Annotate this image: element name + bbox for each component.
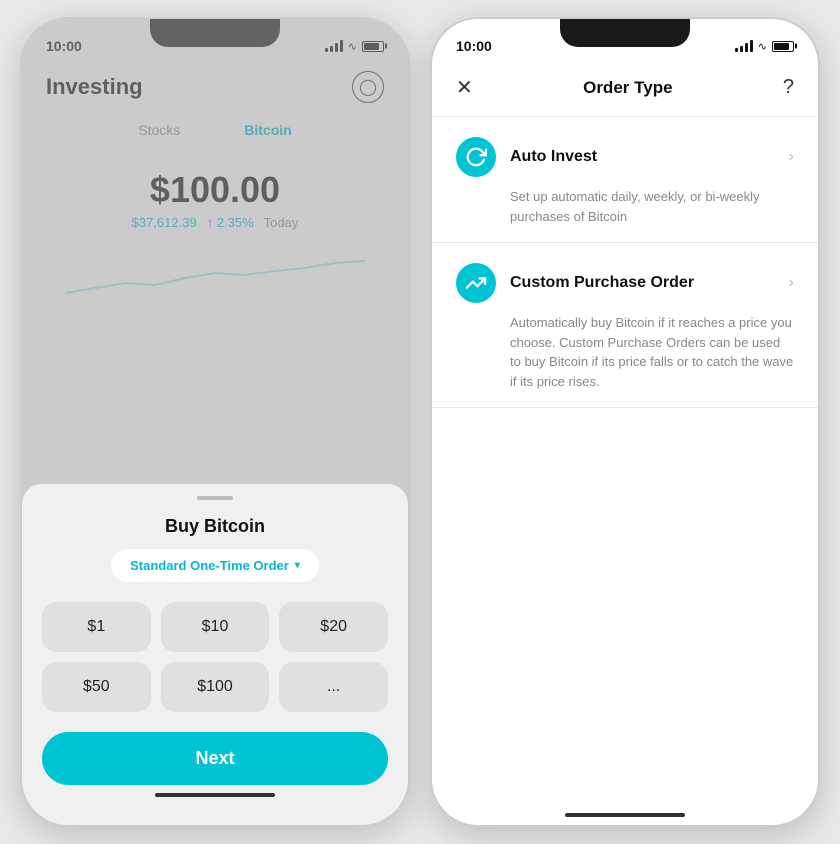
amount-btn-10[interactable]: $10 [161, 602, 270, 652]
sheet-handle [197, 496, 233, 500]
right-home-indicator [432, 813, 818, 817]
header-title: Order Type [583, 78, 672, 98]
custom-order-icon [456, 263, 496, 303]
order-type-label: Standard One-Time Order [130, 558, 289, 573]
right-battery-icon [772, 41, 794, 52]
close-button[interactable]: ✕ [456, 75, 473, 100]
chevron-right-icon-1: › [789, 148, 794, 166]
phones-container: 10:00 ∿ Investing ◯ [20, 17, 820, 827]
amount-btn-1[interactable]: $1 [42, 602, 151, 652]
right-phone: 10:00 ∿ ✕ Order Type [430, 17, 820, 827]
custom-order-name: Custom Purchase Order [510, 274, 694, 292]
auto-invest-icon [456, 137, 496, 177]
auto-invest-name: Auto Invest [510, 148, 597, 166]
right-signal-icon [735, 40, 753, 52]
right-status-time: 10:00 [456, 38, 492, 54]
home-indicator [42, 785, 388, 805]
custom-order-option[interactable]: Custom Purchase Order › Automatically bu… [432, 243, 818, 408]
bottom-sheet: Buy Bitcoin Standard One-Time Order ▾ $1… [22, 484, 408, 825]
right-status-icons: ∿ [735, 40, 794, 53]
sheet-title: Buy Bitcoin [42, 516, 388, 537]
custom-order-left: Custom Purchase Order [456, 263, 694, 303]
home-bar [155, 793, 275, 797]
amount-btn-100[interactable]: $100 [161, 662, 270, 712]
amount-btn-50[interactable]: $50 [42, 662, 151, 712]
next-button[interactable]: Next [42, 732, 388, 785]
amount-btn-more[interactable]: ... [279, 662, 388, 712]
notch-right [560, 19, 690, 47]
chevron-down-icon: ▾ [295, 560, 300, 571]
chevron-right-icon-2: › [789, 274, 794, 292]
auto-invest-desc: Set up automatic daily, weekly, or bi-we… [456, 187, 794, 226]
auto-invest-option[interactable]: Auto Invest › Set up automatic daily, we… [432, 117, 818, 243]
order-type-pill[interactable]: Standard One-Time Order ▾ [111, 549, 319, 582]
order-type-header: ✕ Order Type ? [432, 63, 818, 117]
amount-grid: $1 $10 $20 $50 $100 ... [42, 602, 388, 712]
order-type-selector: Standard One-Time Order ▾ [42, 549, 388, 582]
right-wifi-icon: ∿ [758, 40, 767, 53]
left-phone: 10:00 ∿ Investing ◯ [20, 17, 410, 827]
auto-invest-left: Auto Invest [456, 137, 597, 177]
auto-invest-row: Auto Invest › [456, 137, 794, 177]
custom-order-desc: Automatically buy Bitcoin if it reaches … [456, 313, 794, 391]
amount-btn-20[interactable]: $20 [279, 602, 388, 652]
custom-order-row: Custom Purchase Order › [456, 263, 794, 303]
help-button[interactable]: ? [783, 76, 794, 99]
right-home-bar [565, 813, 685, 817]
